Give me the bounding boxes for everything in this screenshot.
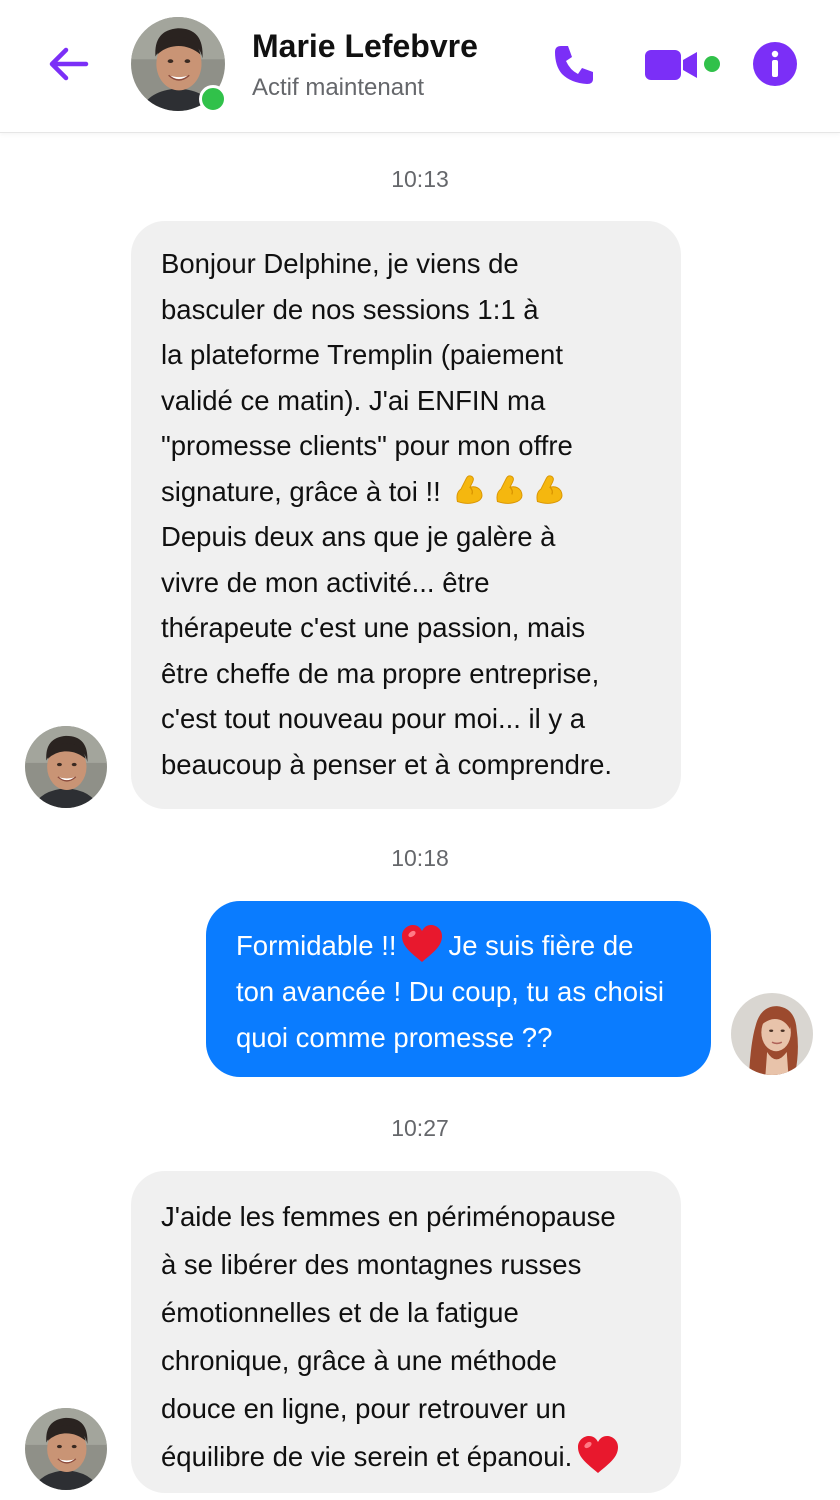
message-text: Bonjour Delphine, je viens de basculer d… bbox=[161, 248, 573, 507]
message-text: J'aide les femmes en périménopause à se … bbox=[161, 1201, 616, 1472]
incoming-message-bubble[interactable]: Bonjour Delphine, je viens de basculer d… bbox=[131, 221, 681, 809]
red-heart-emoji bbox=[400, 924, 444, 964]
back-arrow-icon[interactable] bbox=[44, 40, 92, 88]
contact-name[interactable]: Marie Lefebvre bbox=[252, 28, 478, 65]
sender-avatar[interactable] bbox=[25, 1408, 107, 1490]
phone-icon[interactable] bbox=[551, 42, 597, 88]
message-text: Formidable !! bbox=[236, 930, 397, 961]
message-text: Depuis deux ans que je galère à vivre de… bbox=[161, 521, 612, 780]
flexed-biceps-emoji bbox=[448, 476, 568, 507]
incoming-message-bubble[interactable]: J'aide les femmes en périménopause à se … bbox=[131, 1171, 681, 1493]
timestamp: 10:27 bbox=[391, 1115, 449, 1141]
outgoing-message-bubble[interactable]: Formidable !! Je suis fière de ton avancé… bbox=[206, 901, 711, 1077]
own-avatar[interactable] bbox=[731, 993, 813, 1075]
video-active-indicator bbox=[704, 56, 720, 72]
contact-status: Actif maintenant bbox=[252, 74, 425, 101]
timestamp: 10:13 bbox=[391, 166, 449, 192]
info-icon[interactable] bbox=[752, 41, 798, 87]
red-heart-emoji bbox=[576, 1435, 620, 1475]
timestamp: 10:18 bbox=[391, 845, 449, 871]
online-status-indicator bbox=[199, 85, 227, 113]
video-camera-icon[interactable] bbox=[645, 46, 697, 84]
sender-avatar[interactable] bbox=[25, 726, 107, 808]
chat-header: Marie Lefebvre Actif maintenant bbox=[0, 0, 840, 133]
